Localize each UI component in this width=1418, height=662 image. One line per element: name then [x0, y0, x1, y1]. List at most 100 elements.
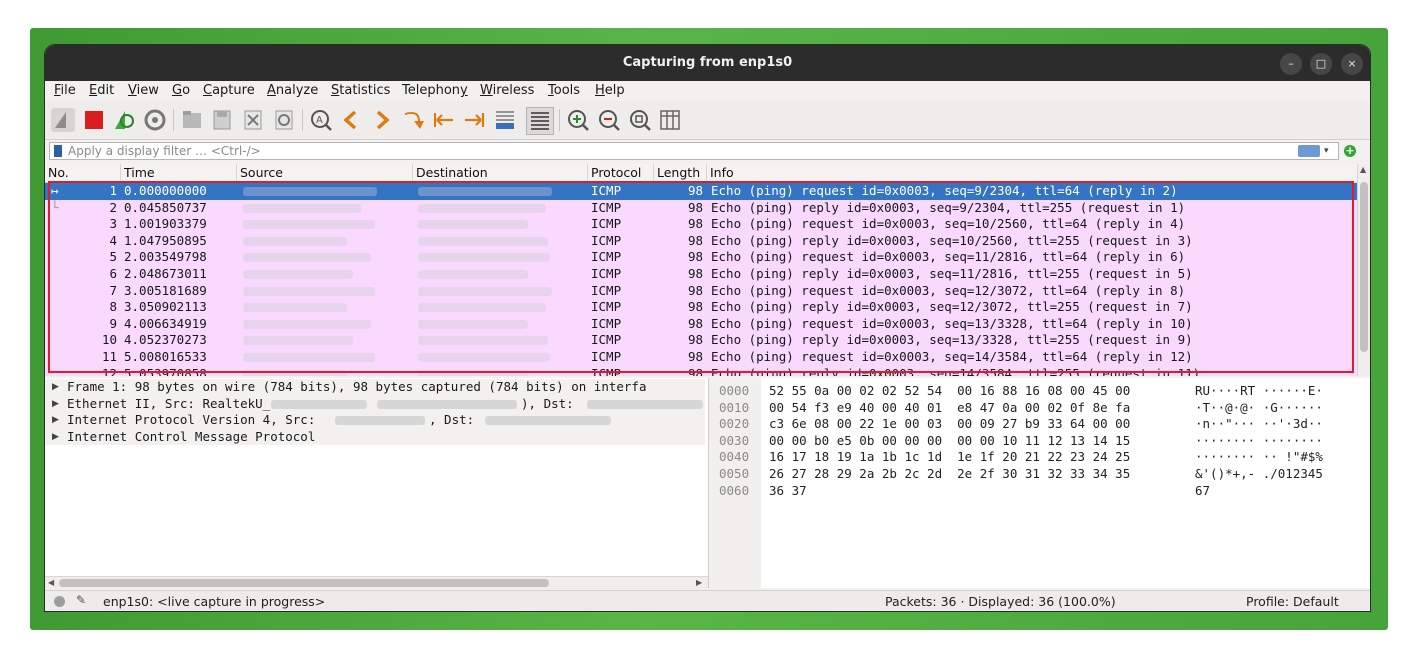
- stop-capture-icon[interactable]: [81, 107, 107, 133]
- packet-row[interactable]: 9 4.006634919 ICMP 98 Echo (ping) request id…: [45, 315, 1357, 333]
- title-bar[interactable]: Capturing from enp1s0 – □ ×: [45, 45, 1370, 81]
- last-packet-icon[interactable]: [461, 107, 487, 133]
- scroll-left-icon[interactable]: ◀: [48, 577, 54, 589]
- close-file-icon[interactable]: [240, 107, 266, 133]
- zoom-out-icon[interactable]: [596, 107, 622, 133]
- menu-analyze[interactable]: Analyze: [267, 81, 318, 101]
- ascii-bytes[interactable]: ········ ·· !"#$%: [1195, 449, 1323, 466]
- ascii-bytes[interactable]: ·T··@·@· ·G······: [1195, 400, 1323, 417]
- reload-file-icon[interactable]: [271, 107, 297, 133]
- restart-capture-icon[interactable]: [111, 107, 137, 133]
- detail-row-ipv4[interactable]: ▶ Internet Protocol Version 4, Src: , Ds…: [45, 412, 705, 429]
- redacted-destination-ip: [418, 286, 552, 296]
- packet-list-scrollbar[interactable]: ▲: [1357, 164, 1370, 376]
- save-file-icon[interactable]: [209, 107, 235, 133]
- scroll-right-icon[interactable]: ▶: [696, 577, 702, 589]
- display-filter-input[interactable]: [68, 143, 1268, 159]
- expand-arrow-icon[interactable]: ▶: [52, 412, 59, 429]
- ascii-bytes[interactable]: ·n··"··· ··'·3d··: [1195, 416, 1323, 433]
- hex-bytes[interactable]: 26 27 28 29 2a 2b 2c 2d 2e 2f 30 31 32 3…: [769, 466, 1130, 483]
- expert-info-icon[interactable]: [54, 596, 65, 607]
- close-button[interactable]: ×: [1341, 53, 1363, 75]
- packet-row[interactable]: 11 5.008016533 ICMP 98 Echo (ping) request i…: [45, 349, 1357, 366]
- packet-row[interactable]: 3 1.001903379 ICMP 98 Echo (ping) request id…: [45, 216, 1357, 233]
- packet-time: 1.047950895: [124, 232, 207, 248]
- packet-row[interactable]: 6 2.048673011 ICMP 98 Echo (ping) reply id=0…: [45, 266, 1357, 283]
- ascii-bytes[interactable]: &'()*+,- ./012345: [1195, 466, 1323, 483]
- display-filter-field[interactable]: ▾: [49, 142, 1339, 160]
- hex-bytes[interactable]: 36 37: [769, 483, 807, 500]
- detail-row-icmp[interactable]: ▶ Internet Control Message Protocol: [45, 428, 705, 446]
- packet-info: Echo (ping) request id=0x0003, seq=11/28…: [711, 249, 1186, 265]
- profile-text[interactable]: Profile: Default: [1246, 591, 1339, 611]
- apply-filter-icon[interactable]: [1298, 145, 1320, 157]
- hex-bytes[interactable]: 00 00 b0 e5 0b 00 00 00 00 00 10 11 12 1…: [769, 433, 1130, 450]
- redacted-source-ip: [243, 319, 371, 329]
- resize-columns-icon[interactable]: [657, 107, 683, 133]
- packet-row[interactable]: 7 3.005181689 ICMP 98 Echo (ping) request id…: [45, 282, 1357, 300]
- ascii-bytes[interactable]: ········ ········: [1195, 433, 1323, 450]
- scrollbar-thumb[interactable]: [59, 579, 549, 587]
- packet-protocol: ICMP: [591, 349, 622, 364]
- find-packet-icon[interactable]: A: [308, 107, 334, 133]
- colorize-icon[interactable]: [526, 107, 554, 135]
- packet-row[interactable]: 1 0.000000000 ICMP 98 Echo (ping) request id…: [45, 183, 1357, 200]
- add-filter-button-icon[interactable]: +: [1344, 145, 1356, 157]
- hex-bytes[interactable]: 52 55 0a 00 02 02 52 54 00 16 88 16 08 0…: [769, 383, 1130, 400]
- menu-capture[interactable]: Capture: [203, 81, 255, 101]
- scrollbar-thumb[interactable]: [1360, 182, 1368, 352]
- packet-info: Echo (ping) reply id=0x0003, seq=10/2560…: [711, 232, 1193, 248]
- capture-comment-icon[interactable]: ✎: [76, 593, 86, 607]
- redacted-ip: [335, 416, 425, 426]
- go-back-icon[interactable]: [338, 107, 364, 133]
- menu-telephony[interactable]: Telephony: [402, 81, 468, 101]
- detail-row-ethernet[interactable]: ▶ Ethernet II, Src: RealtekU_ ), Dst:: [45, 395, 705, 413]
- packet-row[interactable]: 8 3.050902113 ICMP 98 Echo (ping) reply id=0…: [45, 299, 1357, 316]
- packet-time: 0.045850737: [124, 199, 207, 215]
- details-horizontal-scrollbar[interactable]: ◀ ▶: [45, 576, 708, 589]
- bookmark-icon[interactable]: [54, 145, 62, 157]
- filter-dropdown-icon[interactable]: ▾: [1324, 143, 1329, 159]
- ascii-bytes[interactable]: 67: [1195, 483, 1210, 500]
- packet-info: Echo (ping) reply id=0x0003, seq=9/2304,…: [711, 199, 1186, 215]
- go-to-packet-icon[interactable]: [400, 107, 426, 133]
- redacted-mac: [377, 399, 517, 409]
- packet-list-pane: No. Time Source Destination Protocol Len…: [45, 164, 1370, 376]
- auto-scroll-icon[interactable]: [492, 107, 518, 133]
- ascii-bytes[interactable]: RU····RT ······E·: [1195, 383, 1323, 400]
- packet-row[interactable]: 5 2.003549798 ICMP 98 Echo (ping) request id…: [45, 249, 1357, 266]
- capture-options-icon[interactable]: [142, 107, 168, 133]
- packet-row[interactable]: 10 4.052370273 ICMP 98 Echo (ping) reply id=…: [45, 332, 1357, 349]
- packet-protocol: ICMP: [591, 266, 622, 281]
- minimize-button[interactable]: –: [1280, 53, 1302, 75]
- menu-help[interactable]: Help: [595, 81, 625, 101]
- hex-bytes[interactable]: c3 6e 08 00 22 1e 00 03 00 09 27 b9 33 6…: [769, 416, 1130, 433]
- packet-length: 98: [687, 299, 703, 315]
- menu-statistics[interactable]: Statistics: [331, 81, 390, 101]
- scroll-up-icon[interactable]: ▲: [1360, 165, 1366, 174]
- normal-size-icon[interactable]: [627, 107, 653, 133]
- first-packet-icon[interactable]: [431, 107, 457, 133]
- packet-row[interactable]: 2 0.045850737 ICMP 98 Echo (ping) reply id=0…: [45, 199, 1357, 217]
- expand-arrow-icon[interactable]: ▶: [52, 396, 59, 413]
- redacted-destination-ip: [418, 203, 546, 213]
- expand-arrow-icon[interactable]: ▶: [52, 429, 59, 446]
- menu-file[interactable]: File: [54, 81, 76, 101]
- packet-row[interactable]: 12 5.053970858 ICMP 98 Echo (ping) reply id=…: [45, 365, 1357, 376]
- maximize-button[interactable]: □: [1310, 53, 1332, 75]
- window-title: Capturing from enp1s0: [622, 55, 793, 70]
- menu-tools[interactable]: Tools: [548, 81, 580, 101]
- menu-wireless[interactable]: Wireless: [480, 81, 534, 101]
- expand-arrow-icon[interactable]: ▶: [52, 379, 59, 396]
- go-forward-icon[interactable]: [369, 107, 395, 133]
- open-file-icon[interactable]: [179, 107, 205, 133]
- menu-edit[interactable]: Edit: [89, 81, 114, 101]
- detail-row-frame[interactable]: ▶ Frame 1: 98 bytes on wire (784 bits), …: [45, 379, 705, 396]
- hex-bytes[interactable]: 16 17 18 19 1a 1b 1c 1d 1e 1f 20 21 22 2…: [769, 449, 1130, 466]
- menu-view[interactable]: View: [128, 81, 159, 101]
- packet-row[interactable]: 4 1.047950895 ICMP 98 Echo (ping) reply id=0…: [45, 232, 1357, 250]
- shark-fin-icon[interactable]: [50, 107, 76, 133]
- menu-go[interactable]: Go: [172, 81, 190, 101]
- zoom-in-icon[interactable]: [565, 107, 591, 133]
- hex-bytes[interactable]: 00 54 f3 e9 40 00 40 01 e8 47 0a 00 02 0…: [769, 400, 1130, 417]
